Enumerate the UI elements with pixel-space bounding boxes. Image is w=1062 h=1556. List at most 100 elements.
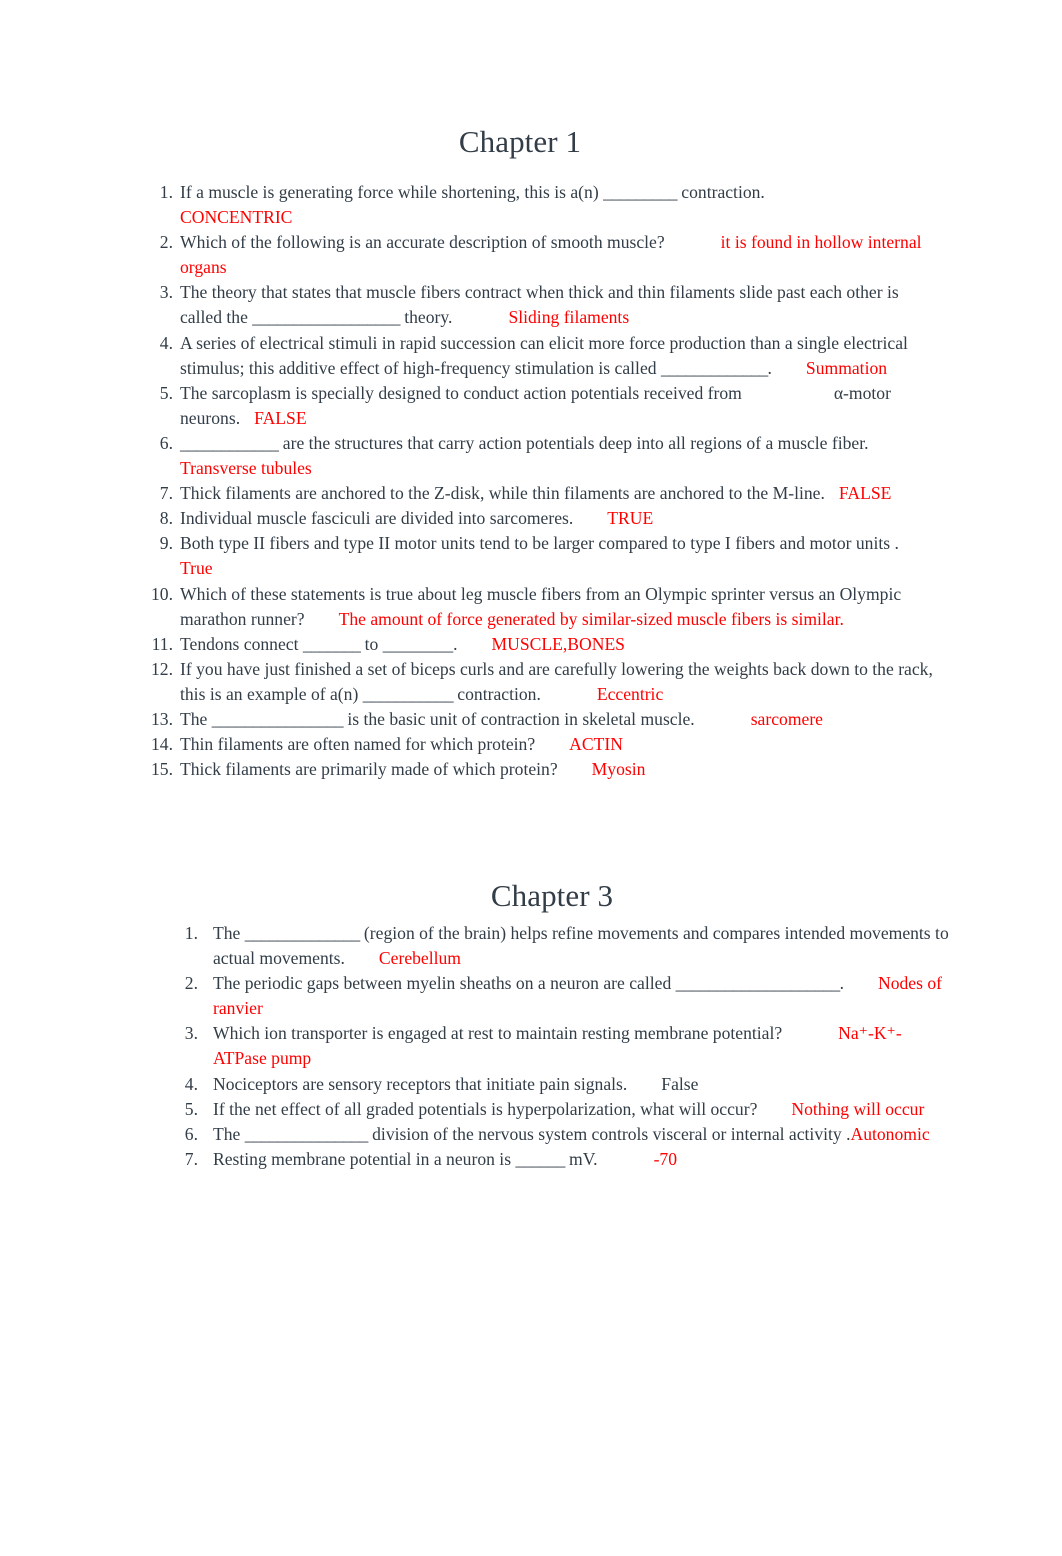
question-number: 7. [159, 483, 173, 504]
question-prefix: Which ion transporter is engaged at rest… [213, 1023, 783, 1044]
answer-text[interactable]: CONCENTRIC [180, 207, 292, 227]
answer-text[interactable]: Eccentric [597, 684, 663, 704]
question-text: If a muscle is generating force while sh… [180, 180, 936, 230]
question-number: 2. [159, 232, 173, 253]
question-number: 2. [184, 973, 198, 994]
chapter-3-heading-container: Chapter 3 [0, 878, 1062, 914]
question-item: 5. The sarcoplasm is specially designed … [146, 381, 936, 431]
question-number: 5. [184, 1098, 198, 1119]
answer-text[interactable]: False [661, 1074, 698, 1094]
answer-text[interactable]: Autonomic [850, 1124, 929, 1144]
question-prefix: If the net effect of all graded potentia… [213, 1098, 758, 1119]
question-number: 3. [159, 282, 173, 303]
question-item: 13. The ________________ is the basic un… [146, 707, 936, 732]
question-item: 6. ____________ are the structures that … [146, 431, 936, 481]
question-number: 4. [159, 332, 173, 353]
answer-text[interactable]: ACTIN [569, 734, 623, 754]
question-number: 12. [151, 658, 173, 679]
question-item: 1. The ______________ (region of the bra… [178, 921, 950, 971]
question-number: 1. [159, 182, 173, 202]
question-item: 2. Which of the following is an accurate… [146, 230, 936, 280]
question-prefix: Individual muscle fasciculi are divided … [180, 508, 574, 529]
question-prefix: If you have just finished a set of bicep… [180, 658, 933, 704]
question-number: 7. [184, 1148, 198, 1169]
fill-in-blank[interactable]: ____________________ [676, 973, 841, 993]
question-number: 4. [184, 1073, 198, 1094]
fill-in-blank[interactable]: _______________ [245, 1124, 369, 1144]
answer-text[interactable]: The amount of force generated by similar… [339, 609, 844, 629]
question-number: 6. [184, 1123, 198, 1144]
answer-text[interactable]: Transverse tubules [180, 458, 312, 478]
answer-text[interactable]: True [180, 558, 213, 578]
question-number: 3. [184, 1023, 198, 1044]
question-item: 14. Thin filaments are often named for w… [146, 732, 936, 757]
question-text: The theory that states that muscle fiber… [180, 280, 936, 330]
question-item: 5. If the net effect of all graded poten… [178, 1097, 950, 1122]
question-number: 5. [159, 382, 173, 403]
answer-text[interactable]: MUSCLE,BONES [492, 634, 625, 654]
question-number: 6. [159, 432, 173, 453]
question-number: 8. [159, 508, 173, 529]
document-page: Chapter 1 1. If a muscle is generating f… [0, 0, 1062, 1556]
answer-text[interactable]: FALSE [839, 483, 891, 503]
chapter-3-heading: Chapter 3 [490, 878, 614, 913]
fill-in-blank[interactable]: __________________ [252, 307, 400, 327]
question-item: 7. Thick filaments are anchored to the Z… [146, 481, 936, 506]
question-suffix: is the basic unit of contraction in skel… [342, 708, 695, 729]
question-text: Tendons connect _______ to ________. MUSC… [180, 632, 936, 657]
question-text: The ______________ (region of the brain)… [213, 921, 950, 971]
question-prefix: Which of the following is an accurate de… [180, 232, 665, 253]
fill-in-blank[interactable]: _____________ [661, 358, 768, 378]
chapter-3-question-list: 1. The ______________ (region of the bra… [178, 921, 950, 1172]
question-suffix: division of the nervous system controls … [367, 1123, 851, 1144]
answer-text[interactable]: TRUE [607, 508, 653, 528]
question-text: Which of these statements is true about … [180, 582, 936, 632]
question-item: 4. Nociceptors are sensory receptors tha… [178, 1072, 950, 1097]
fill-in-blank[interactable]: ______________ [245, 923, 360, 943]
question-item: 15. Thick filaments are primarily made o… [146, 757, 936, 782]
question-prefix: Both type II fibers and type II motor un… [180, 533, 899, 554]
chapter-1-heading: Chapter 1 [458, 124, 582, 159]
answer-text[interactable]: Summation [806, 358, 887, 378]
question-item: 6. The _______________ division of the n… [178, 1122, 950, 1147]
answer-text[interactable]: sarcomere [751, 709, 823, 729]
question-text: Resting membrane potential in a neuron i… [213, 1147, 950, 1172]
answer-text[interactable]: Sliding filaments [508, 307, 629, 327]
question-text: Thick filaments are anchored to the Z-di… [180, 481, 936, 506]
question-item: 4. A series of electrical stimuli in rap… [146, 331, 936, 381]
question-item: 3. Which ion transporter is engaged at r… [178, 1021, 950, 1071]
fill-in-blank[interactable]: ________________ [212, 709, 344, 729]
question-suffix: to ________. [360, 633, 458, 654]
question-prefix: A series of electrical stimuli in rapid … [180, 332, 908, 378]
question-text: Both type II fibers and type II motor un… [180, 531, 936, 581]
answer-text[interactable]: Nothing will occur [791, 1099, 924, 1119]
question-text: The sarcoplasm is specially designed to … [180, 381, 936, 431]
fill-in-blank[interactable]: ____________ [180, 433, 279, 453]
answer-text[interactable]: Myosin [592, 759, 646, 779]
question-suffix: theory. [399, 307, 453, 328]
fill-in-blank[interactable]: ___________ [363, 684, 454, 704]
question-suffix: . [839, 973, 844, 994]
question-item: 11. Tendons connect _______ to ________.… [146, 632, 936, 657]
fill-in-blank[interactable]: _______ [303, 634, 361, 654]
question-suffix: contraction. [676, 182, 765, 202]
question-suffix: mV. [564, 1148, 598, 1169]
question-text: If you have just finished a set of bicep… [180, 657, 936, 707]
answer-text[interactable]: Cerebellum [379, 948, 461, 968]
question-item: 9. Both type II fibers and type II motor… [146, 531, 936, 581]
question-prefix: Thick filaments are primarily made of wh… [180, 759, 558, 780]
question-text: Which of the following is an accurate de… [180, 230, 936, 280]
fill-in-blank[interactable]: _________ [603, 182, 677, 202]
question-text: If the net effect of all graded potentia… [213, 1097, 950, 1122]
question-number: 13. [151, 708, 173, 729]
answer-text[interactable]: FALSE [254, 408, 306, 428]
question-text: Thick filaments are primarily made of wh… [180, 757, 936, 782]
question-prefix: The [180, 708, 212, 729]
question-prefix: Thin filaments are often named for which… [180, 734, 536, 755]
question-text: Which ion transporter is engaged at rest… [213, 1021, 950, 1071]
fill-in-blank[interactable]: ______ [515, 1149, 565, 1169]
answer-text[interactable]: -70 [654, 1149, 677, 1169]
question-number: 11. [151, 633, 173, 654]
question-number: 14. [151, 734, 173, 755]
question-text: The _______________ division of the nerv… [213, 1122, 950, 1147]
